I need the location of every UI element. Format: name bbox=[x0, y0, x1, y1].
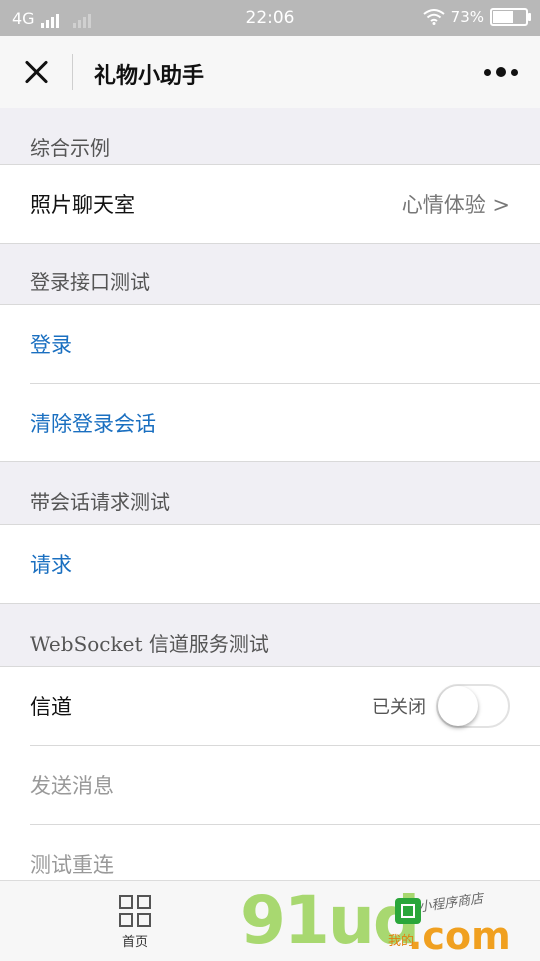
row-clear-session-label: 清除登录会话 bbox=[30, 412, 156, 436]
watermark-logo: 91ud .com 小程序商店 我的 bbox=[240, 882, 540, 960]
channel-toggle[interactable] bbox=[436, 684, 510, 728]
row-login[interactable]: 登录 bbox=[30, 305, 540, 384]
row-request-label: 请求 bbox=[30, 553, 72, 577]
toggle-knob bbox=[438, 686, 478, 726]
watermark-tld: .com bbox=[408, 914, 511, 958]
group-demo: 照片聊天室 心情体验 > bbox=[0, 164, 540, 244]
row-send-message[interactable]: 发送消息 bbox=[30, 746, 540, 825]
status-bar: 4G 22:06 73% bbox=[0, 0, 540, 36]
channel-status-area: 已关闭 bbox=[372, 684, 510, 728]
tab-home[interactable]: 首页 bbox=[110, 895, 160, 950]
watermark-subtitle: 小程序商店 bbox=[417, 891, 485, 916]
channel-status-text: 已关闭 bbox=[372, 697, 426, 718]
tab-home-label: 首页 bbox=[121, 935, 148, 950]
row-request[interactable]: 请求 bbox=[30, 525, 540, 603]
row-login-label: 登录 bbox=[30, 333, 72, 357]
row-send-message-label: 发送消息 bbox=[30, 774, 114, 798]
watermark-me: 我的 bbox=[388, 934, 415, 949]
section-header-login: 登录接口测试 bbox=[30, 270, 150, 294]
row-photo-chat-label: 照片聊天室 bbox=[30, 193, 135, 217]
row-channel: 信道 已关闭 bbox=[30, 667, 540, 746]
row-photo-chat[interactable]: 照片聊天室 心情体验 > bbox=[30, 165, 540, 243]
more-dots-icon[interactable] bbox=[484, 67, 518, 77]
grid-home-icon bbox=[119, 895, 151, 927]
battery-percent: 73% bbox=[450, 8, 484, 26]
row-channel-label: 信道 bbox=[30, 695, 72, 719]
section-header-websocket: WebSocket 信道服务测试 bbox=[30, 632, 269, 656]
status-right: 73% bbox=[423, 8, 531, 26]
navigation-bar: 礼物小助手 bbox=[0, 36, 540, 108]
group-session-request: 请求 bbox=[0, 524, 540, 604]
page-title: 礼物小助手 bbox=[94, 63, 205, 89]
close-icon[interactable] bbox=[20, 56, 52, 88]
group-login: 登录 清除登录会话 bbox=[0, 304, 540, 462]
group-websocket: 信道 已关闭 发送消息 测试重连 bbox=[0, 666, 540, 908]
row-photo-chat-value: 心情体验 > bbox=[401, 193, 510, 217]
section-header-session-request: 带会话请求测试 bbox=[30, 490, 170, 514]
row-reconnect-test-label: 测试重连 bbox=[30, 853, 114, 877]
section-header-demo: 综合示例 bbox=[30, 136, 110, 160]
battery-icon bbox=[490, 8, 531, 26]
wifi-icon bbox=[423, 9, 445, 25]
nav-divider bbox=[72, 54, 73, 90]
row-clear-session[interactable]: 清除登录会话 bbox=[30, 384, 540, 462]
